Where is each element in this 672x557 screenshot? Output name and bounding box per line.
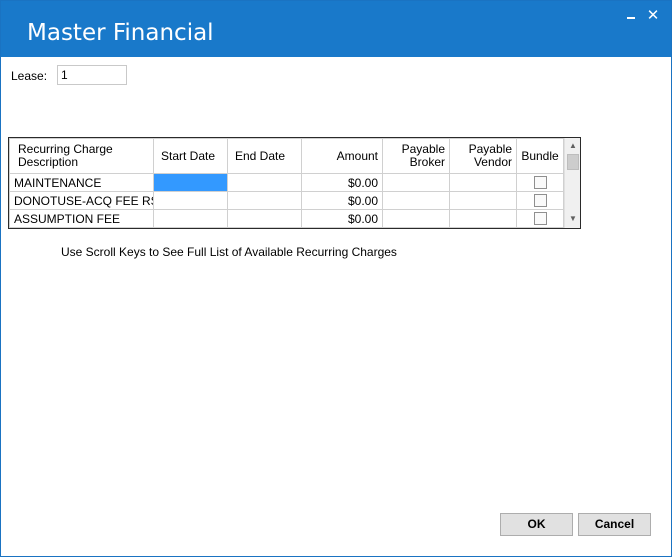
cell-start-date[interactable]: [153, 191, 228, 210]
cell-description[interactable]: ASSUMPTION FEE: [9, 209, 154, 228]
bundle-checkbox[interactable]: [533, 194, 547, 208]
bundle-checkbox[interactable]: [533, 212, 547, 226]
close-icon: ✕: [646, 7, 660, 24]
close-button[interactable]: ✕: [643, 7, 663, 25]
cell-bundle: [516, 191, 564, 210]
cell-description[interactable]: DONOTUSE-ACQ FEE RSV: [9, 191, 154, 210]
header-row: Recurring Charge Description Start Date …: [9, 138, 564, 174]
col-header-payable-vendor[interactable]: Payable Vendor: [449, 138, 517, 174]
cell-start-date[interactable]: [153, 173, 228, 192]
recurring-charges-table: Recurring Charge Description Start Date …: [9, 138, 564, 228]
cell-amount[interactable]: $0.00: [301, 209, 383, 228]
col-header-payable-vendor-line2: Vendor: [473, 155, 512, 169]
cell-payable-broker[interactable]: [382, 173, 450, 192]
scroll-hint-text: Use Scroll Keys to See Full List of Avai…: [61, 245, 397, 259]
cell-bundle: [516, 173, 564, 192]
minimize-icon: [627, 17, 635, 19]
cell-end-date[interactable]: [227, 209, 302, 228]
col-header-bundle[interactable]: Bundle: [516, 138, 564, 174]
window-title: Master Financial: [27, 20, 214, 46]
cell-end-date[interactable]: [227, 191, 302, 210]
cell-description[interactable]: MAINTENANCE: [9, 173, 154, 192]
col-header-payable-broker[interactable]: Payable Broker: [382, 138, 450, 174]
col-header-description[interactable]: Recurring Charge Description: [9, 138, 154, 174]
master-financial-window: Master Financial ✕ Lease: Recurring Char…: [0, 0, 672, 557]
cell-payable-broker[interactable]: [382, 191, 450, 210]
scroll-down-icon[interactable]: ▼: [565, 211, 580, 227]
col-header-amount[interactable]: Amount: [301, 138, 383, 174]
col-header-description-line2: Description: [18, 155, 79, 169]
col-header-amount-label: Amount: [336, 149, 378, 163]
col-header-bundle-label: Bundle: [521, 149, 559, 163]
table-row[interactable]: MAINTENANCE $0.00: [9, 173, 564, 192]
cell-payable-vendor[interactable]: [449, 209, 517, 228]
cancel-button[interactable]: Cancel: [578, 513, 651, 536]
table-row[interactable]: ASSUMPTION FEE $0.00: [9, 209, 564, 228]
col-header-start-date-label: Start Date: [161, 149, 216, 163]
scroll-up-icon[interactable]: ▲: [565, 138, 580, 154]
recurring-charges-grid: Recurring Charge Description Start Date …: [8, 137, 581, 229]
title-bar: Master Financial ✕: [1, 1, 671, 57]
cell-amount[interactable]: $0.00: [301, 191, 383, 210]
col-header-end-date[interactable]: End Date: [227, 138, 302, 174]
cell-bundle: [516, 209, 564, 228]
grid-vertical-scrollbar[interactable]: ▲ ▼: [564, 138, 580, 228]
scroll-thumb[interactable]: [567, 154, 579, 170]
cell-payable-vendor[interactable]: [449, 173, 517, 192]
lease-label: Lease:: [11, 69, 48, 83]
table-row[interactable]: DONOTUSE-ACQ FEE RSV $0.00: [9, 191, 564, 210]
col-header-start-date[interactable]: Start Date: [153, 138, 228, 174]
cell-end-date[interactable]: [227, 173, 302, 192]
ok-button[interactable]: OK: [500, 513, 573, 536]
cell-payable-broker[interactable]: [382, 209, 450, 228]
col-header-payable-broker-line2: Broker: [409, 155, 445, 169]
bundle-checkbox[interactable]: [533, 176, 547, 190]
minimize-button[interactable]: [621, 7, 641, 25]
col-header-end-date-label: End Date: [235, 149, 286, 163]
cell-start-date[interactable]: [153, 209, 228, 228]
cell-amount[interactable]: $0.00: [301, 173, 383, 192]
lease-input[interactable]: [57, 65, 127, 85]
cell-payable-vendor[interactable]: [449, 191, 517, 210]
